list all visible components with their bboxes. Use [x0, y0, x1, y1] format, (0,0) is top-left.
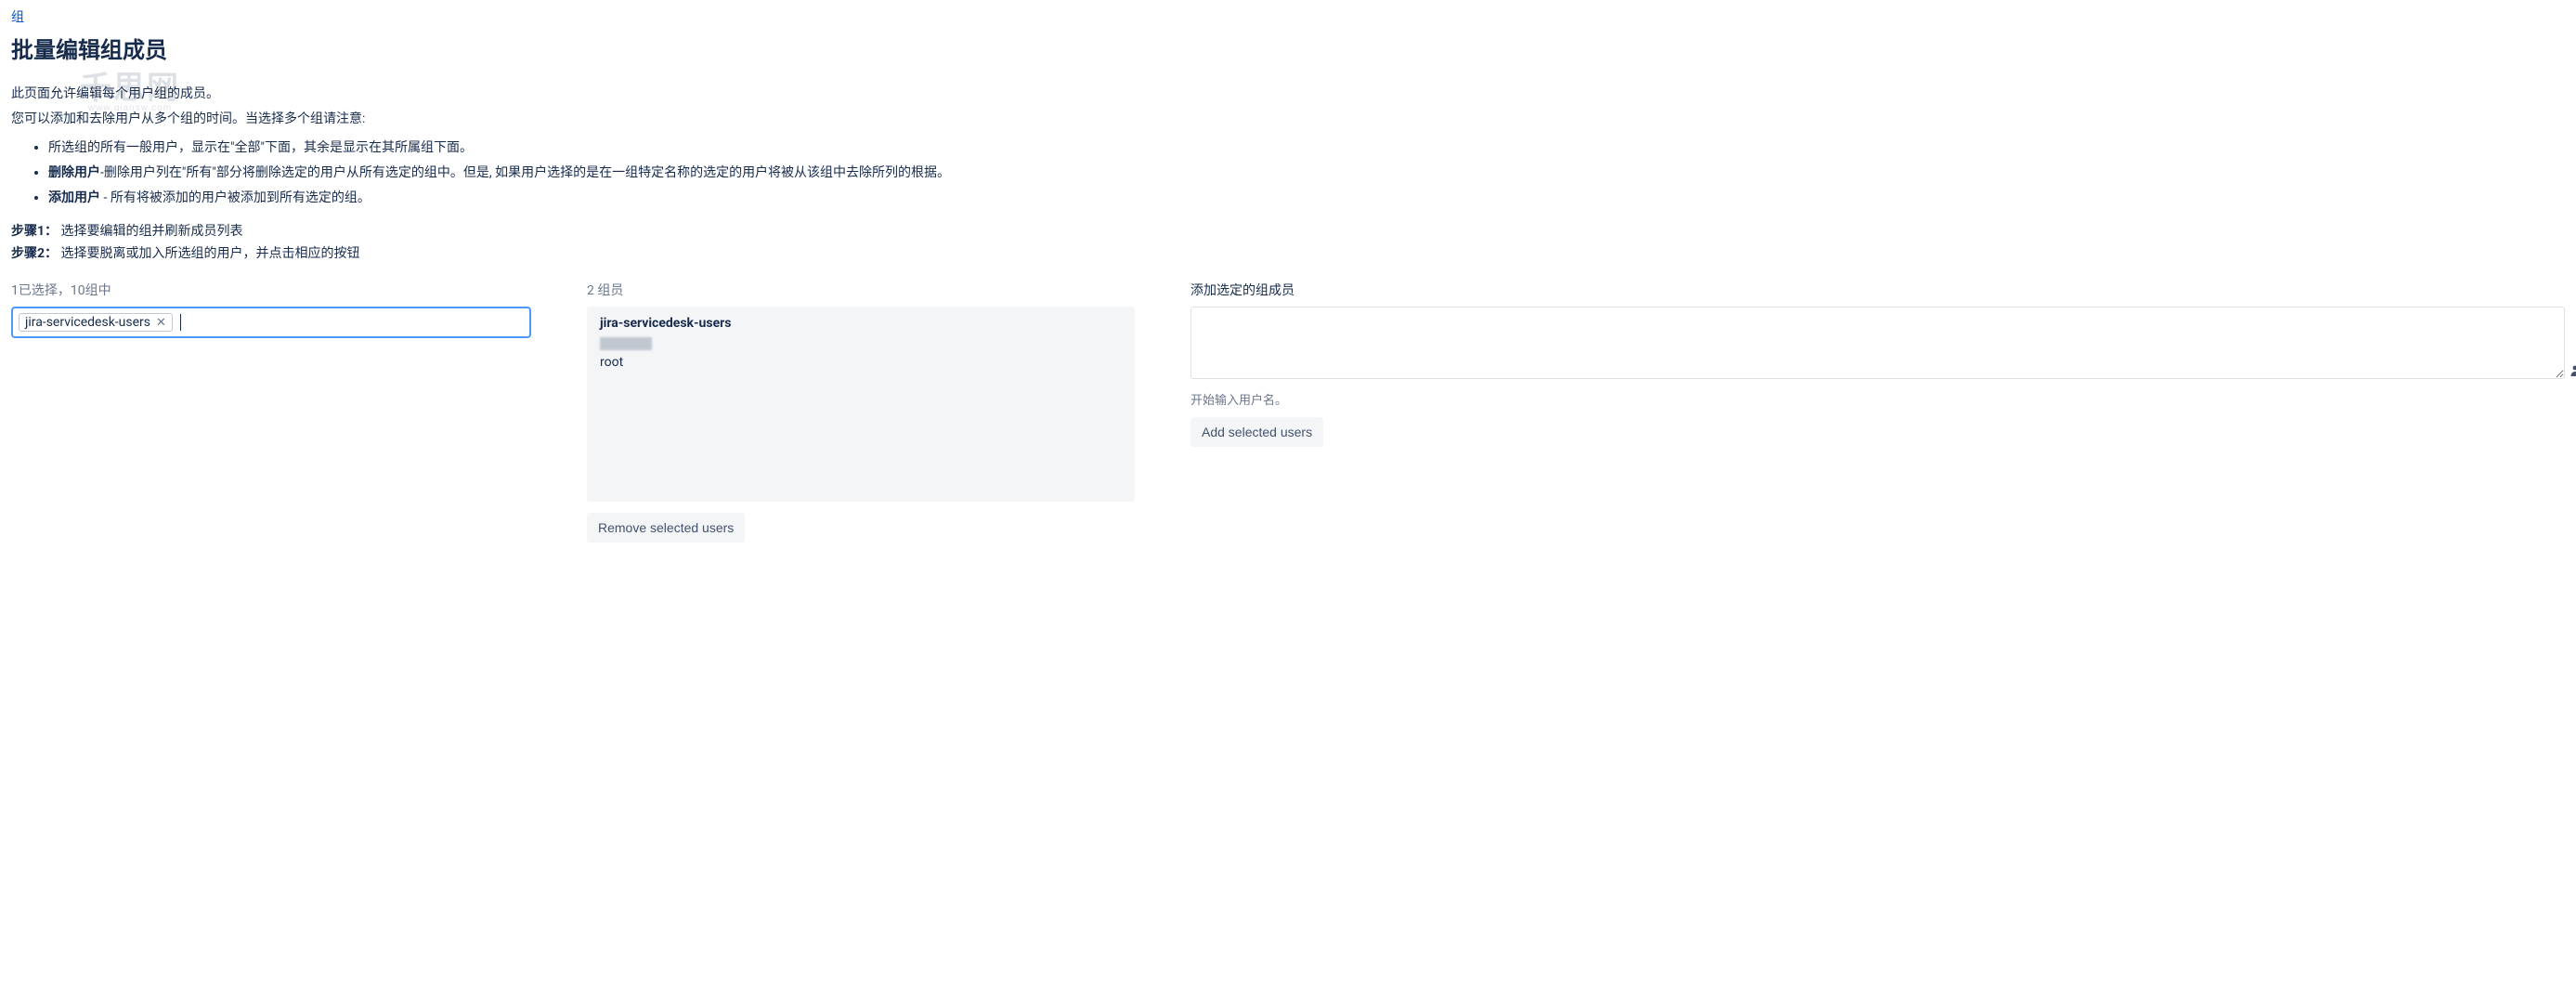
intro-bullet-2-rest: -删除用户列在"所有"部分将删除选定的用户从所有选定的组中。但是, 如果用户选择…	[100, 165, 950, 180]
users-icon[interactable]	[2570, 364, 2576, 381]
intro-bullet-3-strong: 添加用户	[48, 190, 100, 205]
member-name-redacted	[600, 337, 652, 350]
intro-line-2: 您可以添加和去除用户从多个组的时间。当选择多个组请注意:	[11, 110, 2565, 129]
intro-bullet-1: 所选组的所有一般用户，显示在"全部"下面，其余是显示在其所属组下面。	[48, 138, 2565, 158]
group-selection-summary: 1已选择，10组中	[11, 281, 531, 299]
remove-selected-users-button[interactable]: Remove selected users	[587, 513, 745, 543]
intro-line-1: 此页面允许编辑每个用户组的成员。	[11, 85, 2565, 104]
step-2-label: 步骤2：	[11, 246, 58, 261]
intro-bullet-3: 添加用户 - 所有将被添加的用户被添加到所有选定的组。	[48, 189, 2565, 208]
intro-block: 此页面允许编辑每个用户组的成员。 您可以添加和去除用户从多个组的时间。当选择多个…	[11, 85, 2565, 208]
member-row[interactable]: root	[600, 355, 1122, 370]
step-1: 步骤1： 选择要编辑的组并刷新成员列表	[11, 221, 2565, 240]
page-title: 批量编辑组成员	[11, 32, 2565, 64]
step-1-label: 步骤1：	[11, 224, 58, 239]
member-row[interactable]	[600, 336, 1122, 351]
intro-bullet-2-strong: 删除用户	[48, 165, 100, 180]
intro-bullet-3-rest: - 所有将被添加的用户被添加到所有选定的组。	[100, 190, 371, 205]
steps-block: 步骤1： 选择要编辑的组并刷新成员列表 步骤2： 选择要脱离或加入所选组的用户，…	[11, 221, 2565, 262]
group-multiselect[interactable]: jira-servicedesk-users ✕	[11, 307, 531, 338]
intro-bullet-2: 删除用户-删除用户列在"所有"部分将删除选定的用户从所有选定的组中。但是, 如果…	[48, 164, 2565, 183]
add-members-label: 添加选定的组成员	[1190, 281, 2565, 299]
breadcrumb-group-link[interactable]: 组	[11, 10, 24, 25]
members-column: 2 组员 jira-servicedesk-users root Remove …	[587, 281, 1135, 543]
members-group-title: jira-servicedesk-users	[600, 316, 1122, 331]
add-members-input[interactable]	[1190, 307, 2565, 379]
step-2-text: 选择要脱离或加入所选组的用户，并点击相应的按钮	[61, 246, 360, 261]
group-selector-column: 1已选择，10组中 jira-servicedesk-users ✕	[11, 281, 531, 338]
step-2: 步骤2： 选择要脱离或加入所选组的用户，并点击相应的按钮	[11, 243, 2565, 262]
members-listbox[interactable]: jira-servicedesk-users root	[587, 307, 1135, 502]
add-members-hint: 开始输入用户名。	[1190, 390, 2565, 408]
breadcrumb: 组	[11, 7, 2565, 26]
members-summary: 2 组员	[587, 281, 1135, 299]
selected-group-chip[interactable]: jira-servicedesk-users ✕	[19, 313, 173, 332]
selected-group-chip-label: jira-servicedesk-users	[25, 315, 150, 330]
multiselect-caret	[180, 314, 181, 331]
step-1-text: 选择要编辑的组并刷新成员列表	[61, 224, 243, 239]
add-members-column: 添加选定的组成员 开始输入用户名。 Add selected users	[1190, 281, 2565, 447]
remove-chip-icon[interactable]: ✕	[156, 317, 166, 329]
add-selected-users-button[interactable]: Add selected users	[1190, 417, 1323, 447]
